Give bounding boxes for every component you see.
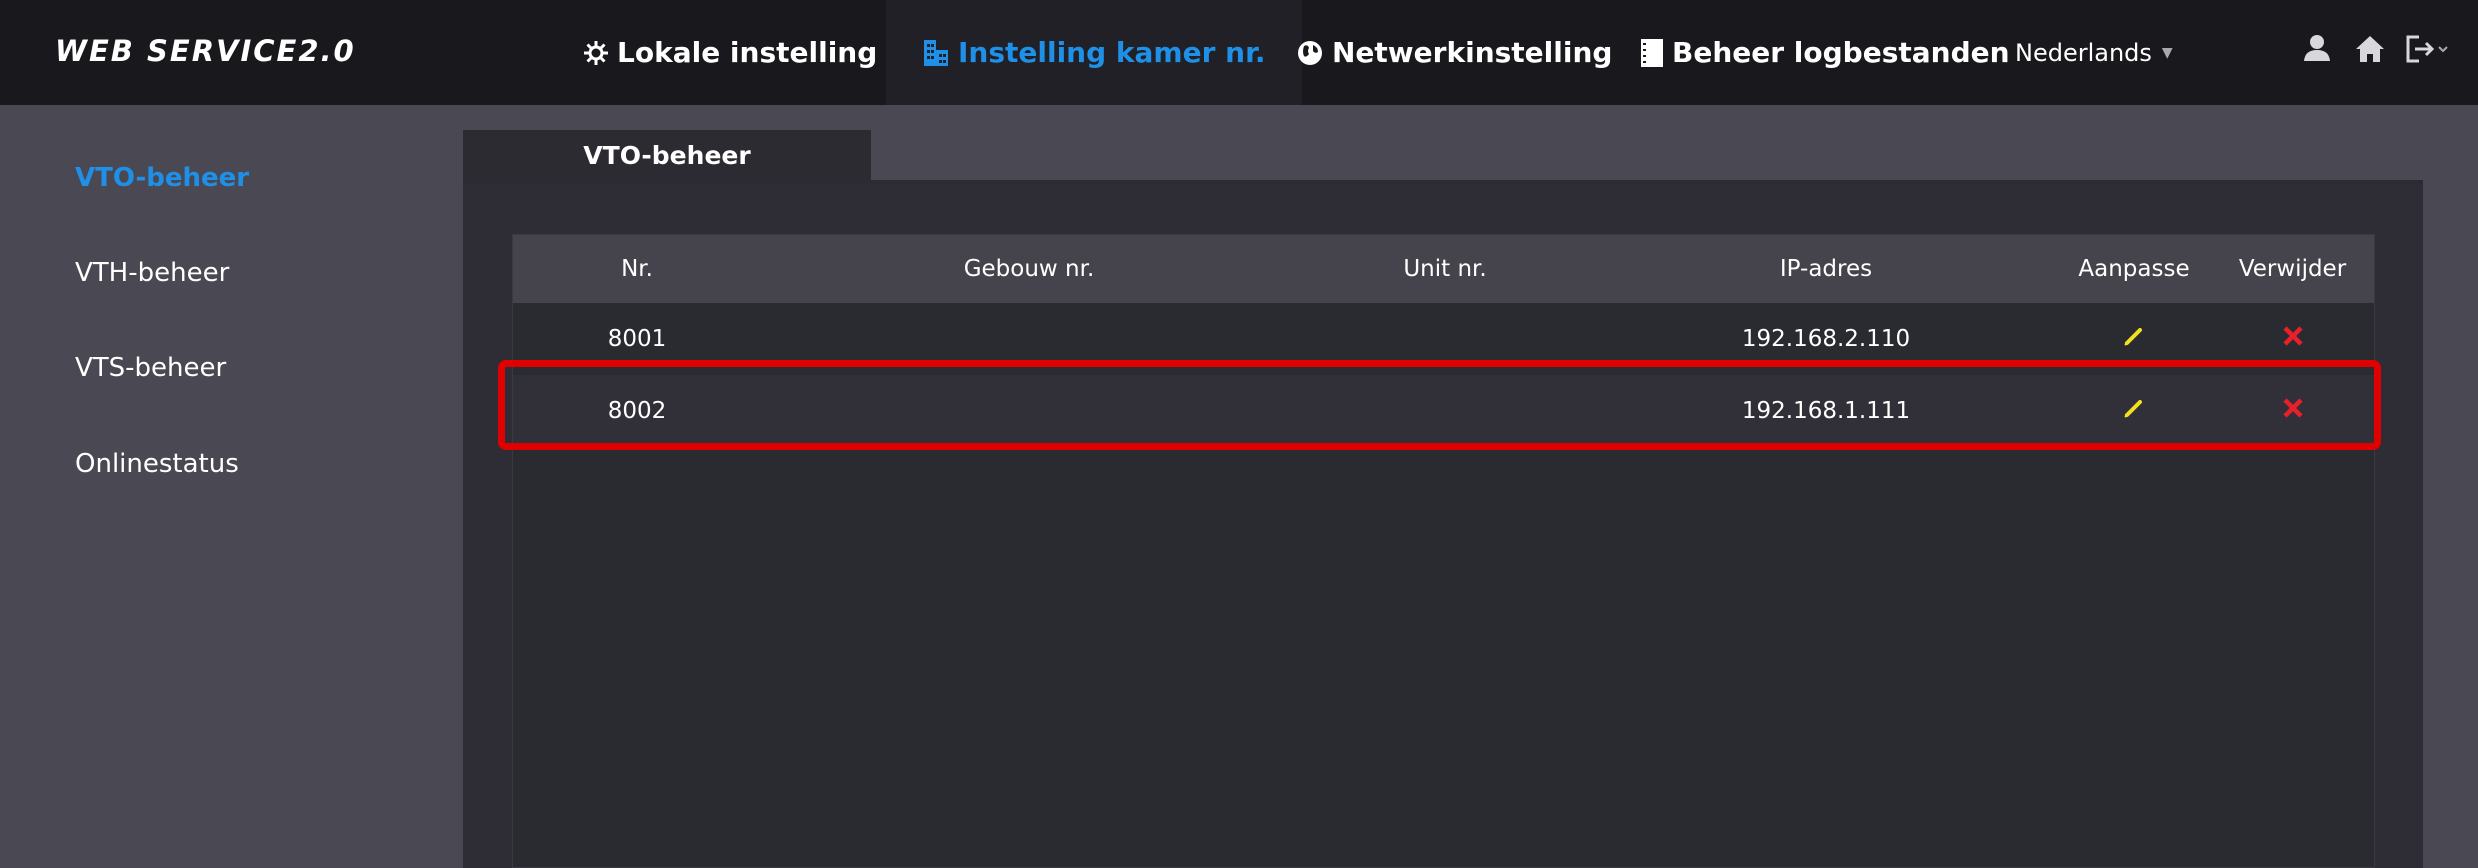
building-icon: [922, 38, 950, 68]
cell-nr: 8002: [607, 398, 667, 424]
nav-instelling-kamer-nr[interactable]: Instelling kamer nr.: [886, 0, 1302, 105]
header-nr: Nr.: [621, 256, 653, 282]
sidebar-item-onlinestatus[interactable]: Onlinestatus: [75, 449, 239, 479]
cell-gebouw-nr: [761, 303, 1297, 375]
nav-netwerkinstelling[interactable]: Netwerkinstelling: [1296, 0, 1612, 105]
nav-label: Instelling kamer nr.: [958, 36, 1266, 69]
table-header: Nr. Gebouw nr. Unit nr. IP-adres Aanpass…: [513, 235, 2374, 303]
logout-icon[interactable]: [2405, 34, 2449, 68]
app-logo: WEB SERVICE2.0: [55, 34, 356, 68]
log-icon: [1640, 38, 1664, 68]
cell-nr: 8001: [607, 326, 667, 352]
table-row: 8001 192.168.2.110: [513, 303, 2374, 375]
nav-label: Netwerkinstelling: [1332, 36, 1613, 69]
close-icon: [2282, 325, 2304, 353]
top-navigation-bar: WEB SERVICE2.0 Lokale instelling Instell…: [0, 0, 2478, 105]
cell-unit-nr: [1297, 303, 1593, 375]
sidebar-item-vth-beheer[interactable]: VTH-beheer: [75, 258, 229, 288]
cell-ip-adres: 192.168.2.110: [1741, 326, 1911, 352]
pencil-icon: [2123, 325, 2145, 353]
language-select[interactable]: Nederlands ▼: [2015, 0, 2173, 105]
language-selected: Nederlands: [2015, 38, 2152, 67]
sidebar-item-vts-beheer[interactable]: VTS-beheer: [75, 353, 226, 383]
cell-unit-nr: [1297, 375, 1593, 447]
home-icon[interactable]: [2355, 34, 2385, 68]
vto-table: Nr. Gebouw nr. Unit nr. IP-adres Aanpass…: [512, 234, 2375, 868]
header-verwijder: Verwijder: [2238, 256, 2347, 282]
delete-button[interactable]: [2209, 375, 2376, 447]
nav-beheer-logbestanden[interactable]: Beheer logbestanden: [1640, 0, 2010, 105]
nav-label: Lokale instelling: [617, 36, 878, 69]
cell-gebouw-nr: [761, 375, 1297, 447]
header-gebouw-nr: Gebouw nr.: [963, 256, 1095, 282]
tab-vto-beheer[interactable]: VTO-beheer: [463, 130, 871, 180]
delete-button[interactable]: [2209, 303, 2376, 375]
sidebar-item-vto-beheer[interactable]: VTO-beheer: [75, 163, 249, 193]
header-unit-nr: Unit nr.: [1403, 256, 1487, 282]
header-ip-adres: IP-adres: [1779, 256, 1873, 282]
nav-label: Beheer logbestanden: [1672, 36, 2010, 69]
edit-button[interactable]: [2059, 303, 2209, 375]
nav-lokale-instelling[interactable]: Lokale instelling: [583, 0, 877, 105]
gear-icon: [583, 40, 609, 66]
globe-icon: [1296, 39, 1324, 67]
header-aanpasse: Aanpasse: [2078, 256, 2190, 282]
user-icon[interactable]: [2302, 34, 2332, 66]
cell-ip-adres: 192.168.1.111: [1741, 398, 1911, 424]
table-row: 8002 192.168.1.111: [513, 375, 2374, 447]
close-icon: [2282, 397, 2304, 425]
chevron-down-icon: ▼: [2161, 44, 2173, 61]
pencil-icon: [2123, 397, 2145, 425]
edit-button[interactable]: [2059, 375, 2209, 447]
